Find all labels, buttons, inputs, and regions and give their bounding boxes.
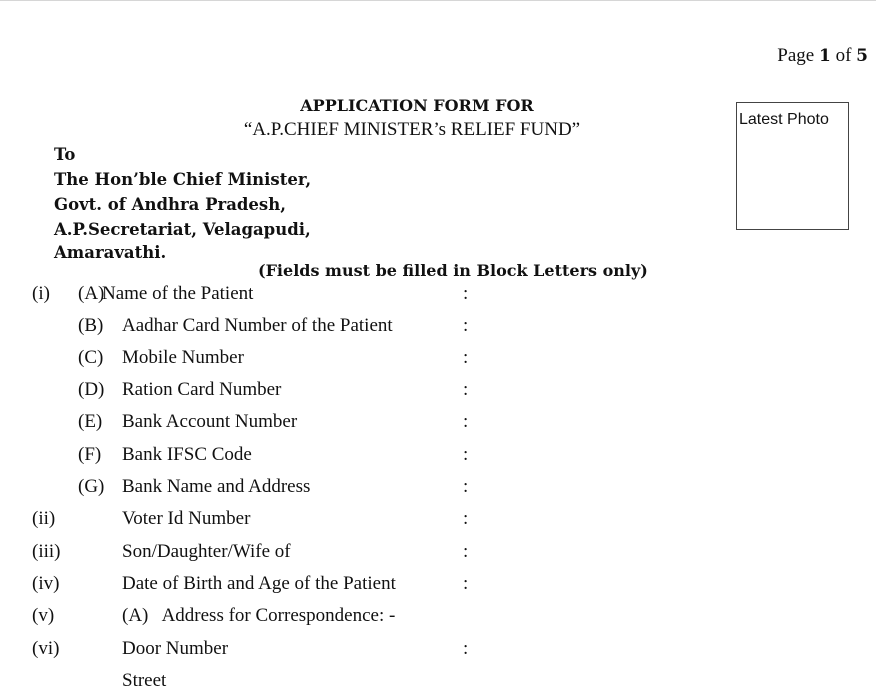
field-number: (vi) [32, 638, 60, 659]
page-total: 5 [856, 46, 868, 66]
field-row-mobile[interactable]: (C) Mobile Number : [0, 347, 876, 373]
field-label: Bank Name and Address [122, 476, 311, 497]
field-colon: : [463, 379, 469, 400]
field-sub-letter: (E) [78, 411, 103, 432]
field-sub-letter: (B) [78, 315, 104, 336]
field-label: Door Number [122, 638, 229, 659]
field-colon: : [463, 347, 469, 368]
address-line: The Hon’ble Chief Minister, [54, 170, 312, 189]
field-row-door-number[interactable]: (vi) Door Number : [0, 638, 876, 664]
field-label: Name of the Patient [102, 283, 254, 304]
field-number: (ii) [32, 508, 56, 529]
field-row-ifsc[interactable]: (F) Bank IFSC Code : [0, 444, 876, 470]
field-colon: : [463, 638, 469, 659]
field-colon: : [463, 411, 469, 432]
field-label: Mobile Number [122, 347, 244, 368]
field-colon: : [463, 283, 469, 304]
form-subtitle: “A.P.CHIEF MINISTER’s RELIEF FUND” [243, 119, 581, 140]
field-label: Son/Daughter/Wife of [122, 541, 291, 562]
page-of: of [835, 45, 852, 66]
field-colon: : [463, 508, 469, 529]
field-sub-letter: (F) [78, 444, 102, 465]
address-line: To [54, 145, 76, 164]
field-sub-letter: (A) [78, 283, 105, 304]
field-label: Date of Birth and Age of the Patient [122, 573, 396, 594]
field-row-dob-age[interactable]: (iv) Date of Birth and Age of the Patien… [0, 573, 876, 599]
field-colon: : [463, 476, 469, 497]
field-label: Street [122, 670, 167, 691]
address-line: A.P.Secretariat, Velagapudi, [54, 220, 311, 239]
field-row-correspondence-address: (v) (A) Address for Correspondence: - [0, 605, 876, 631]
page-indicator: Page 1 of 5 [777, 45, 868, 67]
page-current: 1 [818, 46, 831, 66]
field-number: (iii) [32, 541, 61, 562]
field-label: Ration Card Number [122, 379, 282, 400]
field-number: (v) [32, 605, 55, 626]
field-row-street[interactable]: Street [0, 670, 876, 696]
field-row-patient-name[interactable]: (i) (A) Name of the Patient : [0, 283, 876, 309]
field-label: Bank IFSC Code [122, 444, 252, 465]
field-label: Aadhar Card Number of the Patient [122, 315, 393, 336]
field-row-bank-account[interactable]: (E) Bank Account Number : [0, 411, 876, 437]
field-sub-letter: (C) [78, 347, 104, 368]
field-row-bank-name[interactable]: (G) Bank Name and Address : [0, 476, 876, 502]
field-number: (iv) [32, 573, 60, 594]
field-label: Bank Account Number [122, 411, 298, 432]
field-sub-letter: (G) [78, 476, 105, 497]
field-label: (A) Address for Correspondence: - [122, 605, 396, 626]
field-row-aadhar[interactable]: (B) Aadhar Card Number of the Patient : [0, 315, 876, 341]
field-colon: : [463, 315, 469, 336]
top-divider [0, 0, 876, 1]
photo-box[interactable]: Latest Photo [736, 102, 849, 230]
block-letters-instruction: (Fields must be filled in Block Letters … [258, 261, 648, 280]
field-colon: : [463, 444, 469, 465]
form-title: APPLICATION FORM FOR [300, 96, 534, 115]
photo-label: Latest Photo [739, 111, 829, 128]
field-row-ration-card[interactable]: (D) Ration Card Number : [0, 379, 876, 405]
field-sub-letter: (D) [78, 379, 105, 400]
field-label: Voter Id Number [122, 508, 251, 529]
field-colon: : [463, 541, 469, 562]
recipient-address: To The Hon’ble Chief Minister, Govt. of … [54, 142, 311, 264]
page-prefix: Page [777, 45, 815, 66]
field-colon: : [463, 573, 469, 594]
field-row-relation[interactable]: (iii) Son/Daughter/Wife of : [0, 541, 876, 567]
field-row-voter-id[interactable]: (ii) Voter Id Number : [0, 508, 876, 534]
field-number: (i) [32, 283, 50, 304]
address-line: Govt. of Andhra Pradesh, [54, 195, 286, 214]
